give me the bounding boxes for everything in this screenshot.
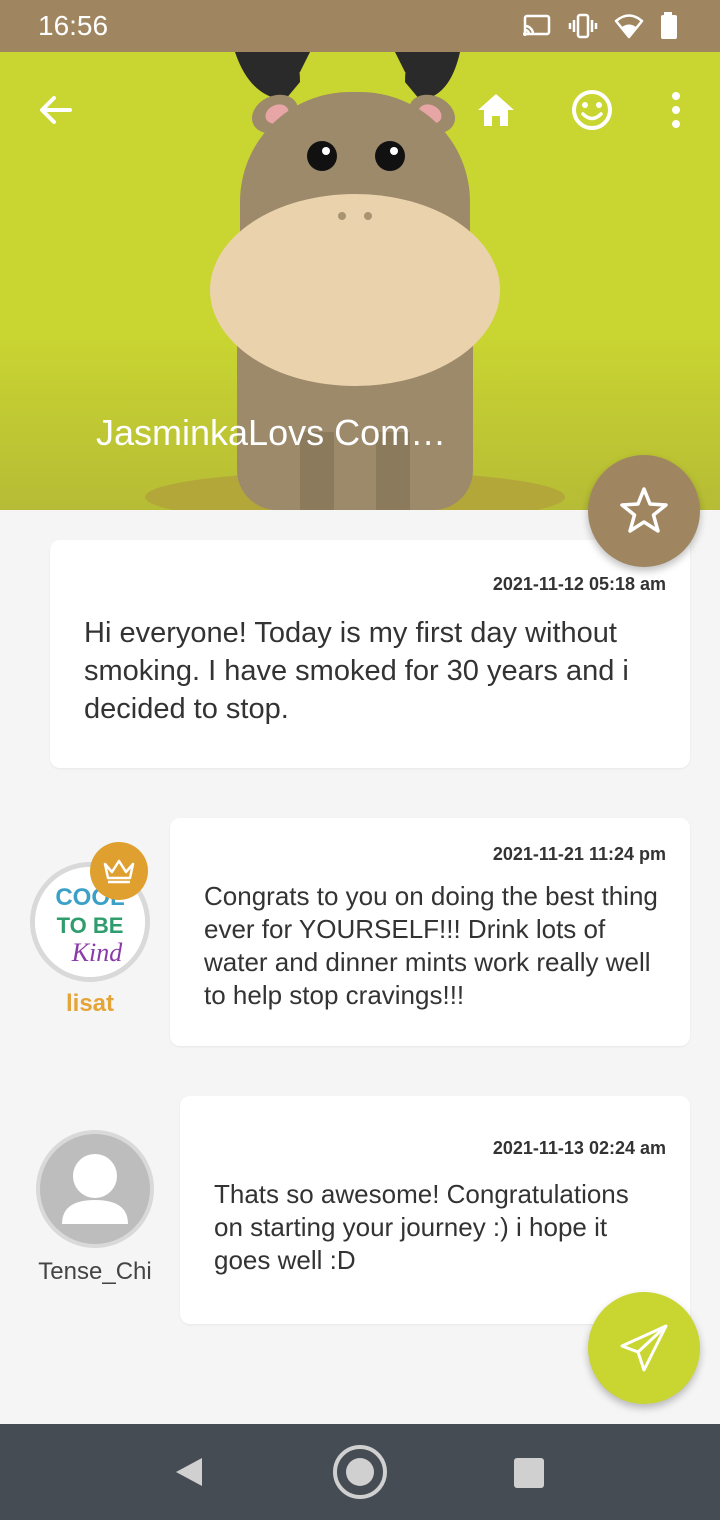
status-icons: [522, 12, 690, 40]
nav-back-icon: [176, 1458, 202, 1486]
back-arrow-icon: [40, 96, 72, 124]
status-bar: 16:56: [0, 0, 720, 52]
avatar[interactable]: [36, 1130, 154, 1248]
system-nav-bar: [0, 1424, 720, 1520]
nav-back-button[interactable]: [170, 1452, 210, 1492]
favorite-button[interactable]: [588, 455, 700, 567]
message-text: Thats so awesome! Congratulations on sta…: [214, 1179, 629, 1275]
username[interactable]: lisat: [30, 990, 150, 1018]
star-outline-icon: [620, 487, 668, 533]
nav-recents-button[interactable]: [512, 1456, 546, 1490]
group-title: JasminkaLovs Com…: [96, 412, 447, 453]
group-header: JasminkaLovs Com…: [0, 52, 720, 510]
smiley-icon: [572, 90, 612, 130]
crown-badge: [90, 842, 148, 900]
default-user-icon: [62, 1154, 128, 1224]
paper-plane-icon: [620, 1324, 668, 1372]
home-button[interactable]: [474, 88, 518, 132]
nav-home-button[interactable]: [330, 1442, 390, 1502]
more-vert-icon: [672, 92, 680, 128]
avatar-text-to-be: TO BE: [57, 913, 124, 938]
username[interactable]: Tense_Chi: [20, 1258, 170, 1286]
message-text: Hi everyone! Today is my first day witho…: [84, 617, 629, 725]
battery-icon: [660, 12, 690, 40]
message-timestamp: 2021-11-21 11:24 pm: [492, 844, 666, 864]
vibrate-icon: [568, 12, 598, 40]
status-time: 16:56: [38, 10, 109, 41]
message-timestamp: 2021-11-12 05:18 am: [492, 574, 666, 594]
nav-home-icon: [333, 1445, 387, 1499]
message-timestamp: 2021-11-13 02:24 am: [492, 1138, 666, 1158]
home-icon: [478, 94, 514, 126]
message-card: 2021-11-12 05:18 am Hi everyone! Today i…: [50, 540, 690, 768]
more-options-button[interactable]: [664, 88, 688, 132]
message-card: 2021-11-21 11:24 pm Congrats to you on d…: [170, 818, 690, 1046]
new-message-button[interactable]: [588, 1292, 700, 1404]
wifi-icon: [614, 12, 644, 40]
message-card: 2021-11-13 02:24 am Thats so awesome! Co…: [180, 1096, 690, 1324]
avatar-text-kind: Kind: [71, 938, 124, 967]
emoji-button[interactable]: [570, 88, 614, 132]
message-text: Congrats to you on doing the best thing …: [204, 881, 658, 1010]
back-button[interactable]: [36, 90, 76, 130]
nav-recents-icon: [514, 1458, 544, 1488]
crown-icon: [103, 859, 135, 884]
cast-icon: [522, 12, 552, 40]
